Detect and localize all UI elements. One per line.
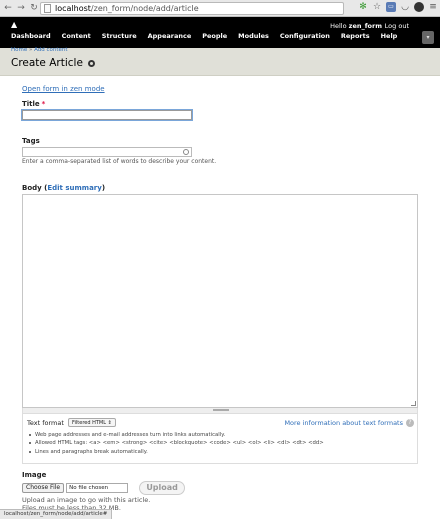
back-arrow-icon[interactable]: ← (4, 3, 12, 13)
autocomplete-throbber-icon (183, 149, 189, 155)
browser-toolbar: ← → ↻ localhost/zen_form/node/add/articl… (0, 0, 440, 17)
menu-item-content[interactable]: Content (62, 32, 91, 40)
menu-item-people[interactable]: People (202, 32, 227, 40)
more-info-link[interactable]: More information about text formats (284, 419, 403, 427)
resize-corner-icon[interactable] (411, 401, 416, 406)
shortcuts-toggle-icon[interactable]: ▾ (422, 31, 434, 44)
menu-item-structure[interactable]: Structure (102, 32, 137, 40)
filter-tip: Web page addresses and e-mail addresses … (28, 432, 324, 438)
extension-window-icon[interactable]: ▭ (386, 2, 396, 12)
text-format-label: Text format (27, 419, 64, 427)
body-label-text: Body (22, 184, 42, 192)
grippie-handle-icon[interactable] (213, 409, 229, 411)
upload-button[interactable]: Upload (139, 481, 186, 495)
text-format-select[interactable]: Filtered HTML ⇕ (68, 418, 116, 427)
page-title-row: Create Article (11, 57, 95, 69)
menu-item-dashboard[interactable]: Dashboard (11, 32, 51, 40)
title-input[interactable] (22, 110, 192, 120)
page-icon (44, 4, 51, 13)
extension-gear-icon[interactable]: ✻ (358, 2, 368, 12)
browser-nav: ← → ↻ (0, 3, 38, 13)
admin-toolbar: ▲ Hello zen_form Log out Dashboard Conte… (0, 17, 440, 48)
title-label-text: Title (22, 100, 40, 108)
bookmark-star-icon[interactable]: ☆ (372, 2, 382, 12)
help-icon[interactable]: ? (406, 419, 414, 427)
filter-tip: Lines and paragraphs break automatically… (28, 449, 324, 455)
logout-link[interactable]: Log out (385, 22, 409, 30)
admin-menu: Dashboard Content Structure Appearance P… (11, 32, 397, 40)
tags-input[interactable] (22, 147, 192, 157)
forward-arrow-icon[interactable]: → (17, 3, 25, 13)
hamburger-menu-icon[interactable]: ≡ (428, 2, 438, 12)
extension-circle-icon[interactable] (414, 2, 424, 12)
greeting-text: Hello (330, 22, 349, 30)
page-header: Home » Add content Create Article (0, 47, 440, 76)
title-label: Title * (22, 100, 45, 108)
zen-mode-link[interactable]: Open form in zen mode (22, 85, 105, 93)
pocket-icon[interactable]: ◡ (400, 2, 410, 12)
browser-extension-icons: ✻ ☆ ▭ ◡ ≡ (358, 2, 438, 12)
image-label: Image (22, 471, 47, 479)
choose-file-button[interactable]: Choose File (22, 483, 65, 493)
menu-item-appearance[interactable]: Appearance (148, 32, 192, 40)
text-format-wrapper: Text format Filtered HTML ⇕ More informa… (22, 414, 418, 464)
menu-item-modules[interactable]: Modules (238, 32, 269, 40)
reload-icon[interactable]: ↻ (30, 3, 38, 13)
summary-paren-close: ) (101, 184, 106, 192)
url-path: /zen_form/node/add/article (90, 4, 199, 13)
menu-item-help[interactable]: Help (381, 32, 398, 40)
body-textarea[interactable] (22, 194, 418, 408)
page-title: Create Article (11, 57, 83, 69)
filter-tip: Allowed HTML tags: <a> <em> <strong> <ci… (28, 440, 324, 446)
tags-label: Tags (22, 137, 40, 145)
add-shortcut-icon[interactable] (87, 59, 95, 67)
body-label: Body (Edit summary) (22, 184, 105, 192)
image-upload-widget: Choose File No file chosen Upload (22, 481, 186, 495)
filter-tips: Web page addresses and e-mail addresses … (28, 432, 324, 457)
breadcrumb-home[interactable]: Home (11, 47, 27, 53)
breadcrumb-add-content[interactable]: Add content (34, 47, 67, 53)
username-link[interactable]: zen_form (349, 22, 382, 30)
menu-item-configuration[interactable]: Configuration (280, 32, 330, 40)
menu-item-reports[interactable]: Reports (341, 32, 370, 40)
address-bar[interactable]: localhost/zen_form/node/add/article (40, 2, 344, 15)
image-description: Upload an image to go with this article. (22, 496, 151, 504)
home-icon[interactable]: ▲ (11, 20, 17, 29)
required-marker: * (41, 100, 46, 108)
file-name-display: No file chosen (66, 483, 129, 493)
user-greeting: Hello zen_form (330, 22, 382, 30)
tags-description: Enter a comma-separated list of words to… (22, 158, 217, 165)
url-host: localhost (55, 4, 91, 13)
edit-summary-link[interactable]: Edit summary (47, 184, 101, 192)
breadcrumb: Home » Add content (11, 47, 68, 53)
browser-status-bar: localhost/zen_form/node/add/article# (0, 509, 113, 519)
